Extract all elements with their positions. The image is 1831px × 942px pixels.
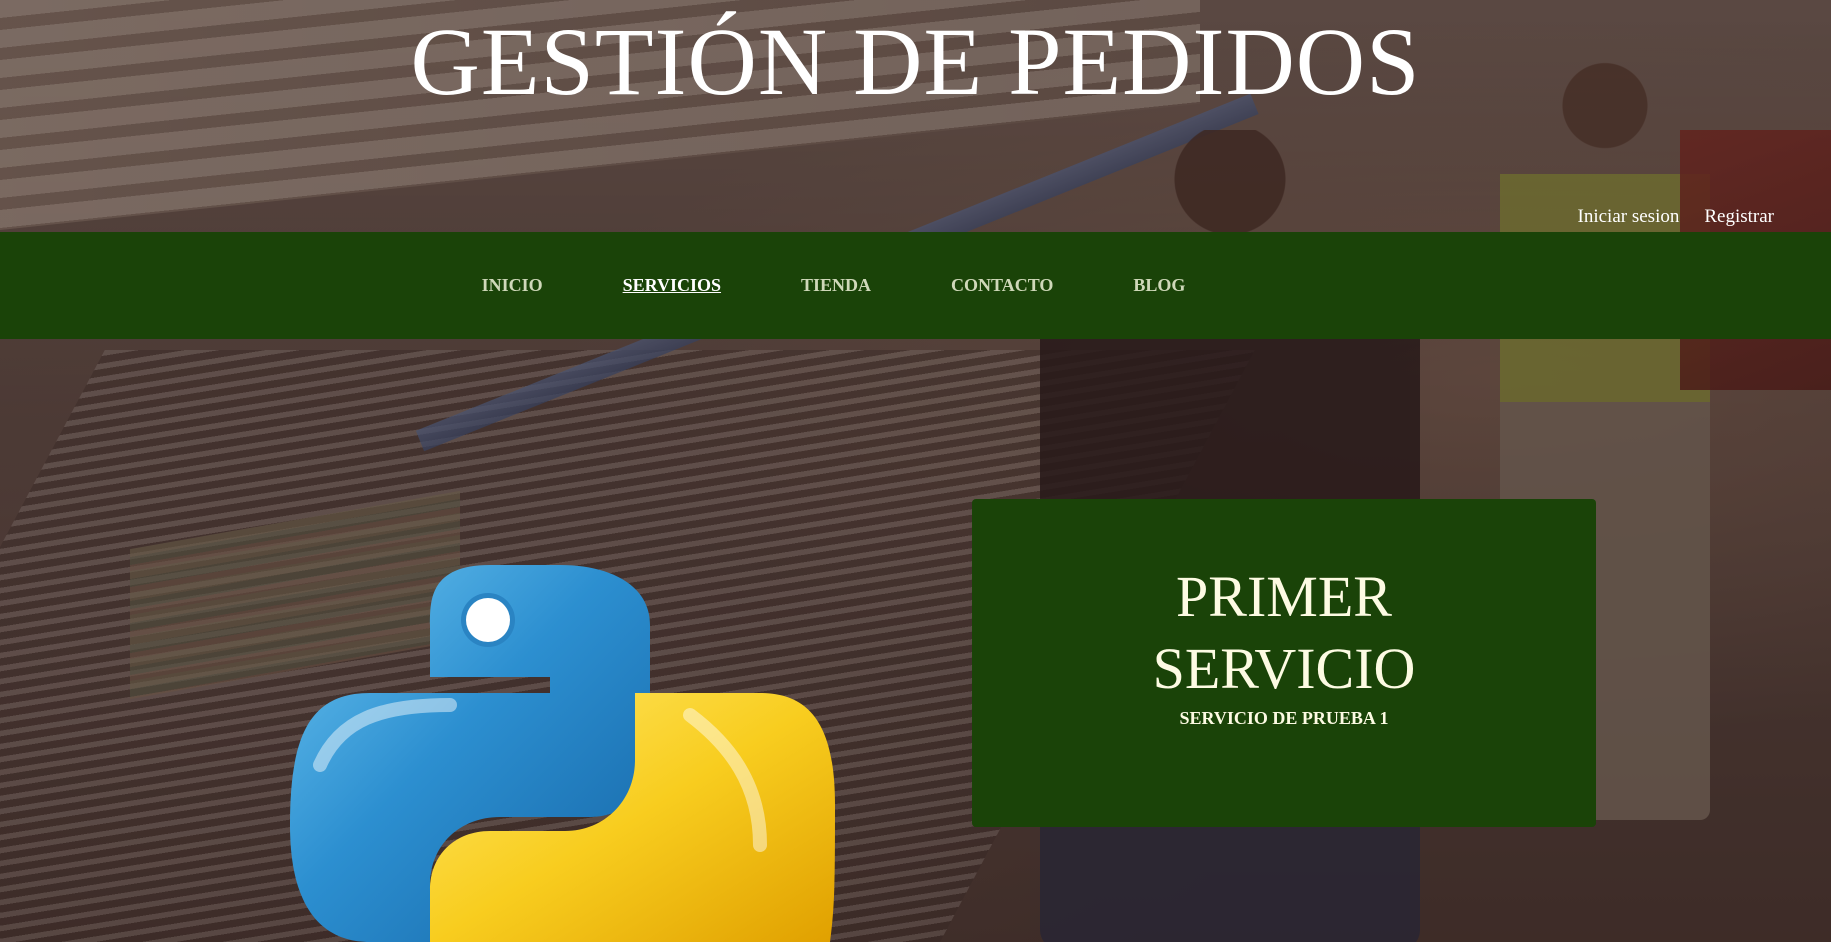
service-card: PRIMER SERVICIO SERVICIO DE PRUEBA 1: [972, 499, 1596, 827]
login-link[interactable]: Iniciar sesion: [1578, 206, 1680, 228]
nav-item: CONTACTO: [951, 275, 1053, 296]
main-navigation: INICIO SERVICIOS TIENDA CONTACTO BLOG: [0, 232, 1831, 339]
site-title: GESTIÓN DE PEDIDOS: [410, 8, 1421, 115]
nav-link-inicio[interactable]: INICIO: [482, 275, 543, 295]
nav-link-contacto[interactable]: CONTACTO: [951, 275, 1053, 295]
nav-item: SERVICIOS: [623, 275, 721, 296]
nav-item: TIENDA: [801, 275, 871, 296]
nav-link-servicios[interactable]: SERVICIOS: [623, 275, 721, 295]
service-title: PRIMER SERVICIO: [972, 561, 1596, 705]
nav-item: INICIO: [482, 275, 543, 296]
nav-link-tienda[interactable]: TIENDA: [801, 275, 871, 295]
register-link[interactable]: Registrar: [1704, 206, 1774, 228]
service-title-line: SERVICIO: [1152, 636, 1416, 701]
nav-link-blog[interactable]: BLOG: [1133, 275, 1185, 295]
service-subtitle: SERVICIO DE PRUEBA 1: [1179, 708, 1389, 728]
python-logo-icon: [290, 555, 835, 942]
auth-links: Iniciar sesion Registrar: [1578, 206, 1774, 228]
service-title-line: PRIMER: [1176, 564, 1392, 629]
nav-list: INICIO SERVICIOS TIENDA CONTACTO BLOG: [482, 275, 1186, 296]
nav-item: BLOG: [1133, 275, 1185, 296]
